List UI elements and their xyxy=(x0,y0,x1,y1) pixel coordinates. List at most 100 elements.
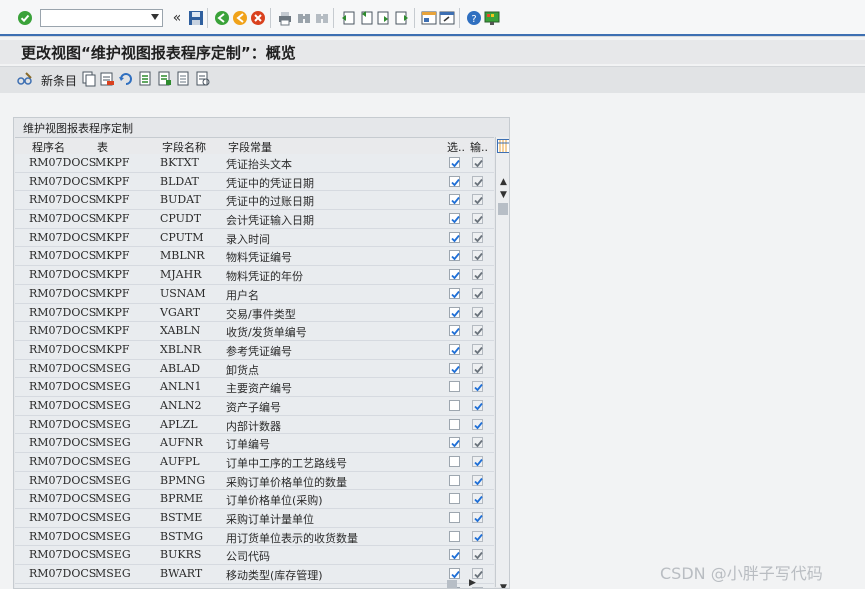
scroll-up-icon[interactable]: ▲ xyxy=(500,177,507,187)
output-checkbox[interactable] xyxy=(472,549,483,561)
output-checkbox[interactable] xyxy=(472,231,483,243)
column-header-field-text[interactable]: 字段常量 xyxy=(228,139,272,155)
vertical-scrollbar[interactable]: ▲ ▼ ▼ xyxy=(495,137,509,588)
prev-page-icon[interactable] xyxy=(357,9,375,27)
output-checkbox[interactable] xyxy=(472,362,483,374)
deselect-all-icon[interactable] xyxy=(176,71,192,87)
scroll-down-icon[interactable]: ▼ xyxy=(500,190,507,200)
table-row[interactable]: RM07DOCS MKPF CPUDT 会计凭证输入日期 xyxy=(15,210,494,229)
select-checkbox[interactable] xyxy=(449,269,460,281)
select-checkbox[interactable] xyxy=(449,362,460,374)
select-checkbox[interactable] xyxy=(449,194,460,206)
select-checkbox[interactable] xyxy=(449,399,460,411)
scroll-down-bottom-icon[interactable]: ▼ xyxy=(500,583,507,588)
column-header-field-name[interactable]: 字段名称 xyxy=(162,139,206,155)
table-row[interactable]: RM07DOCS MSEG ANLN2 资产子编号 xyxy=(15,396,494,416)
output-checkbox[interactable] xyxy=(472,157,483,168)
find-next-icon[interactable] xyxy=(313,9,331,27)
table-row[interactable]: RM07DOCS MKPF BLDAT 凭证中的凭证日期 xyxy=(15,172,494,192)
select-checkbox[interactable] xyxy=(449,474,460,486)
table-row[interactable]: RM07DOCS MKPF BKTXT 凭证抬头文本 xyxy=(15,154,494,173)
table-row[interactable]: RM07DOCS MSEG BPRME 订单价格单位(采购) xyxy=(15,490,494,510)
print-field-list-icon[interactable] xyxy=(195,71,211,87)
copy-as-icon[interactable] xyxy=(81,71,97,87)
output-checkbox[interactable] xyxy=(472,269,483,281)
table-row[interactable]: RM07DOCS MSEG BPMNG 采购订单价格单位的数量 xyxy=(15,471,494,491)
select-checkbox[interactable] xyxy=(449,512,460,524)
table-row[interactable]: RM07DOCS MKPF MBLNR 物料凭证编号 xyxy=(15,247,494,267)
new-entries-button[interactable]: 新条目 xyxy=(41,72,77,89)
shortcut-icon[interactable] xyxy=(438,9,456,27)
save-icon[interactable] xyxy=(187,9,205,27)
select-checkbox[interactable] xyxy=(449,175,460,187)
table-row[interactable]: RM07DOCS MSEG ABLAD 卸货点 xyxy=(15,359,494,379)
output-checkbox[interactable] xyxy=(472,213,483,225)
table-row[interactable]: RM07DOCS MKPF VGART 交易/事件类型 xyxy=(15,303,494,323)
last-page-icon[interactable] xyxy=(393,9,411,27)
output-checkbox[interactable] xyxy=(472,306,483,318)
select-block-icon[interactable] xyxy=(157,71,173,87)
output-checkbox[interactable] xyxy=(472,530,483,542)
delete-icon[interactable] xyxy=(99,71,115,87)
output-checkbox[interactable] xyxy=(472,325,483,337)
layout-icon[interactable] xyxy=(483,9,501,27)
output-checkbox[interactable] xyxy=(472,512,483,524)
column-header-program[interactable]: 程序名 xyxy=(32,139,65,155)
output-checkbox[interactable] xyxy=(472,175,483,187)
output-checkbox[interactable] xyxy=(472,194,483,206)
table-row[interactable]: RM07DOCS MSEG BUKRS 公司代码 xyxy=(15,546,494,566)
column-header-table[interactable]: 表 xyxy=(97,139,108,155)
command-field[interactable] xyxy=(40,9,163,27)
output-checkbox[interactable] xyxy=(472,381,483,393)
table-row[interactable]: RM07DOCS MSEG APLZL 内部计数器 xyxy=(15,415,494,435)
cancel-icon[interactable] xyxy=(249,9,267,27)
select-checkbox[interactable] xyxy=(449,530,460,542)
output-checkbox[interactable] xyxy=(472,287,483,299)
help-icon[interactable]: ? xyxy=(465,9,483,27)
chevron-down-icon[interactable] xyxy=(151,14,159,20)
output-checkbox[interactable] xyxy=(472,343,483,355)
select-checkbox[interactable] xyxy=(449,213,460,225)
output-checkbox[interactable] xyxy=(472,474,483,486)
scroll-right-icon[interactable]: ▶ xyxy=(469,578,476,588)
select-checkbox[interactable] xyxy=(449,381,460,393)
new-session-icon[interactable] xyxy=(420,9,438,27)
select-checkbox[interactable] xyxy=(449,493,460,505)
table-row[interactable]: RM07DOCSMSEGBWTAR评估类型 xyxy=(15,583,494,588)
table-row[interactable]: RM07DOCS MKPF MJAHR 物料凭证的年份 xyxy=(15,266,494,285)
output-checkbox[interactable] xyxy=(472,437,483,449)
double-chevron-left-icon[interactable]: « xyxy=(168,9,186,27)
undo-icon[interactable] xyxy=(118,71,134,87)
find-icon[interactable] xyxy=(295,9,313,27)
table-row[interactable]: RM07DOCS MSEG BWART 移动类型(库存管理) xyxy=(15,565,494,584)
select-checkbox[interactable] xyxy=(449,418,460,430)
table-settings-icon[interactable] xyxy=(497,138,509,153)
table-row[interactable]: RM07DOCS MSEG BSTME 采购订单计量单位 xyxy=(15,509,494,528)
select-checkbox[interactable] xyxy=(449,306,460,318)
select-checkbox[interactable] xyxy=(449,325,460,337)
table-row[interactable]: RM07DOCS MSEG ANLN1 主要资产编号 xyxy=(15,378,494,397)
select-checkbox[interactable] xyxy=(449,549,460,561)
check-icon[interactable] xyxy=(16,9,34,27)
column-header-output[interactable]: 输.. xyxy=(470,139,488,155)
select-all-icon[interactable] xyxy=(138,71,154,87)
output-checkbox[interactable] xyxy=(472,250,483,262)
table-row[interactable]: RM07DOCS MKPF XABLN 收货/发货单编号 xyxy=(15,322,494,341)
scroll-thumb[interactable] xyxy=(498,203,508,215)
select-checkbox[interactable] xyxy=(449,437,460,449)
next-page-icon[interactable] xyxy=(375,9,393,27)
table-row[interactable]: RM07DOCS MKPF CPUTM 录入时间 xyxy=(15,228,494,248)
first-page-icon[interactable] xyxy=(339,9,357,27)
table-row[interactable]: RM07DOCS MKPF BUDAT 凭证中的过账日期 xyxy=(15,191,494,211)
horizontal-scroll-thumb[interactable] xyxy=(447,580,457,588)
back-icon[interactable] xyxy=(213,9,231,27)
select-checkbox[interactable] xyxy=(449,456,460,467)
select-checkbox[interactable] xyxy=(449,157,460,168)
glasses-edit-icon[interactable] xyxy=(17,71,33,87)
table-row[interactable]: RM07DOCS MSEG AUFNR 订单编号 xyxy=(15,434,494,453)
exit-icon[interactable] xyxy=(231,9,249,27)
output-checkbox[interactable] xyxy=(472,493,483,505)
select-checkbox[interactable] xyxy=(449,250,460,262)
horizontal-scrollbar[interactable]: ▶ xyxy=(445,578,495,588)
output-checkbox[interactable] xyxy=(472,418,483,430)
